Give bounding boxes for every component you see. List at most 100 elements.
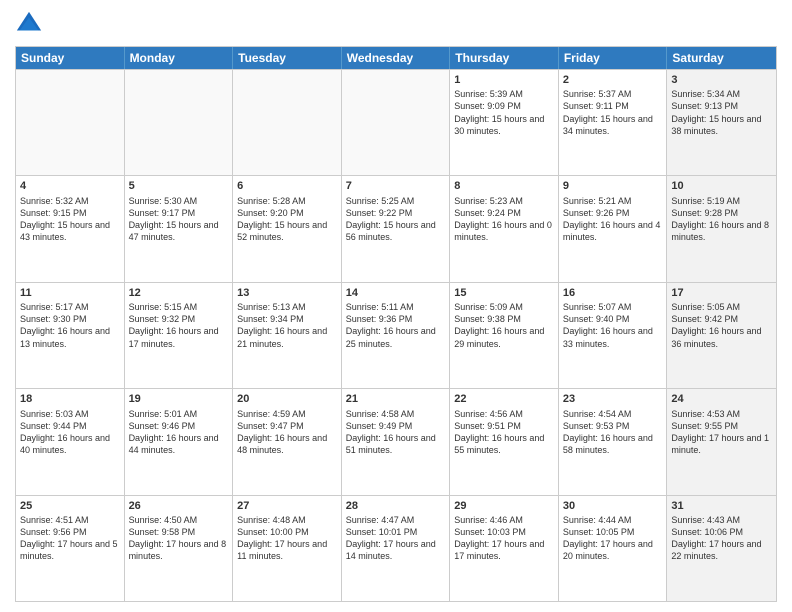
calendar-cell-day-1: 1Sunrise: 5:39 AM Sunset: 9:09 PM Daylig… — [450, 70, 559, 175]
day-number: 13 — [237, 286, 337, 300]
cell-info-text: Sunrise: 4:50 AM Sunset: 9:58 PM Dayligh… — [129, 514, 229, 563]
calendar-cell-day-16: 16Sunrise: 5:07 AM Sunset: 9:40 PM Dayli… — [559, 283, 668, 388]
day-number: 29 — [454, 499, 554, 513]
cell-info-text: Sunrise: 4:46 AM Sunset: 10:03 PM Daylig… — [454, 514, 554, 563]
calendar-cell-day-17: 17Sunrise: 5:05 AM Sunset: 9:42 PM Dayli… — [667, 283, 776, 388]
calendar-cell-day-26: 26Sunrise: 4:50 AM Sunset: 9:58 PM Dayli… — [125, 496, 234, 601]
calendar-cell-empty — [342, 70, 451, 175]
calendar-cell-day-15: 15Sunrise: 5:09 AM Sunset: 9:38 PM Dayli… — [450, 283, 559, 388]
day-header-thursday: Thursday — [450, 47, 559, 69]
calendar-cell-day-28: 28Sunrise: 4:47 AM Sunset: 10:01 PM Dayl… — [342, 496, 451, 601]
day-number: 11 — [20, 286, 120, 300]
calendar-cell-day-23: 23 Sunrise: 4:54 AM Sunset: 9:53 PM Dayli… — [559, 389, 668, 494]
page: SundayMondayTuesdayWednesdayThursdayFrid… — [0, 0, 792, 612]
calendar-cell-day-30: 30Sunrise: 4:44 AM Sunset: 10:05 PM Dayl… — [559, 496, 668, 601]
calendar-row-2: 4 Sunrise: 5:32 AM Sunset: 9:15 PM Daylig… — [16, 175, 776, 281]
day-number: 7 — [346, 179, 446, 193]
cell-info-text: Sunrise: 4:51 AM Sunset: 9:56 PM Dayligh… — [20, 514, 120, 563]
cell-info-text: Sunrise: 5:07 AM Sunset: 9:40 PM Dayligh… — [563, 301, 663, 350]
day-header-friday: Friday — [559, 47, 668, 69]
day-number: 30 — [563, 499, 663, 513]
calendar-cell-day-6: 6 Sunrise: 5:28 AM Sunset: 9:20 PM Daylig… — [233, 176, 342, 281]
cell-info-text: Sunrise: 4:56 AM Sunset: 9:51 PM Dayligh… — [454, 408, 554, 457]
calendar-body: 1Sunrise: 5:39 AM Sunset: 9:09 PM Daylig… — [16, 69, 776, 601]
day-number: 3 — [671, 73, 772, 87]
day-number: 4 — [20, 179, 120, 193]
cell-info-text: Sunrise: 5:25 AM Sunset: 9:22 PM Dayligh… — [346, 195, 446, 244]
cell-info-text: Sunrise: 5:05 AM Sunset: 9:42 PM Dayligh… — [671, 301, 772, 350]
cell-info-text: Sunrise: 5:21 AM Sunset: 9:26 PM Dayligh… — [563, 195, 663, 244]
day-number: 10 — [671, 179, 772, 193]
calendar-cell-day-10: 10 Sunrise: 5:19 AM Sunset: 9:28 PM Dayli… — [667, 176, 776, 281]
day-number: 24 — [671, 392, 772, 406]
cell-info-text: Sunrise: 4:58 AM Sunset: 9:49 PM Dayligh… — [346, 408, 446, 457]
day-number: 6 — [237, 179, 337, 193]
day-number: 27 — [237, 499, 337, 513]
day-number: 15 — [454, 286, 554, 300]
day-number: 2 — [563, 73, 663, 87]
calendar-cell-day-5: 5 Sunrise: 5:30 AM Sunset: 9:17 PM Daylig… — [125, 176, 234, 281]
day-number: 14 — [346, 286, 446, 300]
calendar-row-5: 25Sunrise: 4:51 AM Sunset: 9:56 PM Dayli… — [16, 495, 776, 601]
calendar-cell-empty — [233, 70, 342, 175]
cell-info-text: Sunrise: 5:34 AM Sunset: 9:13 PM Dayligh… — [671, 88, 772, 137]
calendar-cell-day-13: 13Sunrise: 5:13 AM Sunset: 9:34 PM Dayli… — [233, 283, 342, 388]
day-number: 5 — [129, 179, 229, 193]
calendar-cell-day-22: 22 Sunrise: 4:56 AM Sunset: 9:51 PM Dayli… — [450, 389, 559, 494]
calendar-cell-day-12: 12Sunrise: 5:15 AM Sunset: 9:32 PM Dayli… — [125, 283, 234, 388]
calendar-cell-day-24: 24 Sunrise: 4:53 AM Sunset: 9:55 PM Dayli… — [667, 389, 776, 494]
day-number: 26 — [129, 499, 229, 513]
cell-info-text: Sunrise: 5:23 AM Sunset: 9:24 PM Dayligh… — [454, 195, 554, 244]
cell-info-text: Sunrise: 4:47 AM Sunset: 10:01 PM Daylig… — [346, 514, 446, 563]
logo-icon — [15, 10, 43, 38]
cell-info-text: Sunrise: 5:28 AM Sunset: 9:20 PM Dayligh… — [237, 195, 337, 244]
cell-info-text: Sunrise: 4:59 AM Sunset: 9:47 PM Dayligh… — [237, 408, 337, 457]
cell-info-text: Sunrise: 4:53 AM Sunset: 9:55 PM Dayligh… — [671, 408, 772, 457]
day-number: 8 — [454, 179, 554, 193]
day-number: 18 — [20, 392, 120, 406]
calendar-row-3: 11Sunrise: 5:17 AM Sunset: 9:30 PM Dayli… — [16, 282, 776, 388]
calendar-cell-empty — [125, 70, 234, 175]
cell-info-text: Sunrise: 4:43 AM Sunset: 10:06 PM Daylig… — [671, 514, 772, 563]
cell-info-text: Sunrise: 4:54 AM Sunset: 9:53 PM Dayligh… — [563, 408, 663, 457]
cell-info-text: Sunrise: 4:48 AM Sunset: 10:00 PM Daylig… — [237, 514, 337, 563]
calendar-cell-day-9: 9Sunrise: 5:21 AM Sunset: 9:26 PM Daylig… — [559, 176, 668, 281]
cell-info-text: Sunrise: 5:30 AM Sunset: 9:17 PM Dayligh… — [129, 195, 229, 244]
calendar-cell-day-18: 18Sunrise: 5:03 AM Sunset: 9:44 PM Dayli… — [16, 389, 125, 494]
calendar-cell-day-31: 31Sunrise: 4:43 AM Sunset: 10:06 PM Dayl… — [667, 496, 776, 601]
cell-info-text: Sunrise: 5:01 AM Sunset: 9:46 PM Dayligh… — [129, 408, 229, 457]
calendar: SundayMondayTuesdayWednesdayThursdayFrid… — [15, 46, 777, 602]
day-header-tuesday: Tuesday — [233, 47, 342, 69]
cell-info-text: Sunrise: 5:09 AM Sunset: 9:38 PM Dayligh… — [454, 301, 554, 350]
cell-info-text: Sunrise: 5:32 AM Sunset: 9:15 PM Dayligh… — [20, 195, 120, 244]
day-number: 16 — [563, 286, 663, 300]
cell-info-text: Sunrise: 5:37 AM Sunset: 9:11 PM Dayligh… — [563, 88, 663, 137]
day-number: 12 — [129, 286, 229, 300]
logo — [15, 10, 47, 38]
calendar-cell-day-3: 3Sunrise: 5:34 AM Sunset: 9:13 PM Daylig… — [667, 70, 776, 175]
calendar-cell-day-20: 20Sunrise: 4:59 AM Sunset: 9:47 PM Dayli… — [233, 389, 342, 494]
cell-info-text: Sunrise: 5:17 AM Sunset: 9:30 PM Dayligh… — [20, 301, 120, 350]
calendar-cell-day-7: 7 Sunrise: 5:25 AM Sunset: 9:22 PM Daylig… — [342, 176, 451, 281]
calendar-cell-empty — [16, 70, 125, 175]
cell-info-text: Sunrise: 4:44 AM Sunset: 10:05 PM Daylig… — [563, 514, 663, 563]
day-number: 23 — [563, 392, 663, 406]
day-number: 28 — [346, 499, 446, 513]
cell-info-text: Sunrise: 5:11 AM Sunset: 9:36 PM Dayligh… — [346, 301, 446, 350]
day-header-saturday: Saturday — [667, 47, 776, 69]
day-number: 1 — [454, 73, 554, 87]
day-header-wednesday: Wednesday — [342, 47, 451, 69]
calendar-cell-day-8: 8 Sunrise: 5:23 AM Sunset: 9:24 PM Daylig… — [450, 176, 559, 281]
cell-info-text: Sunrise: 5:15 AM Sunset: 9:32 PM Dayligh… — [129, 301, 229, 350]
day-number: 31 — [671, 499, 772, 513]
calendar-row-4: 18Sunrise: 5:03 AM Sunset: 9:44 PM Dayli… — [16, 388, 776, 494]
calendar-row-1: 1Sunrise: 5:39 AM Sunset: 9:09 PM Daylig… — [16, 69, 776, 175]
day-number: 21 — [346, 392, 446, 406]
day-number: 25 — [20, 499, 120, 513]
calendar-cell-day-29: 29Sunrise: 4:46 AM Sunset: 10:03 PM Dayl… — [450, 496, 559, 601]
calendar-cell-day-2: 2Sunrise: 5:37 AM Sunset: 9:11 PM Daylig… — [559, 70, 668, 175]
header — [15, 10, 777, 38]
day-number: 22 — [454, 392, 554, 406]
cell-info-text: Sunrise: 5:19 AM Sunset: 9:28 PM Dayligh… — [671, 195, 772, 244]
calendar-cell-day-27: 27Sunrise: 4:48 AM Sunset: 10:00 PM Dayl… — [233, 496, 342, 601]
